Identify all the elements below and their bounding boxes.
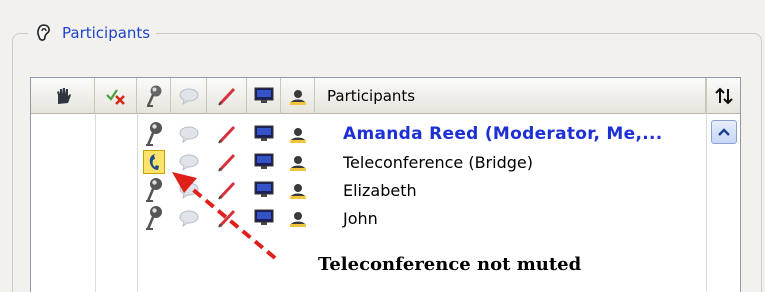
annotation-caption: Teleconference not muted: [318, 254, 582, 275]
annotation-arrow: [172, 172, 277, 260]
